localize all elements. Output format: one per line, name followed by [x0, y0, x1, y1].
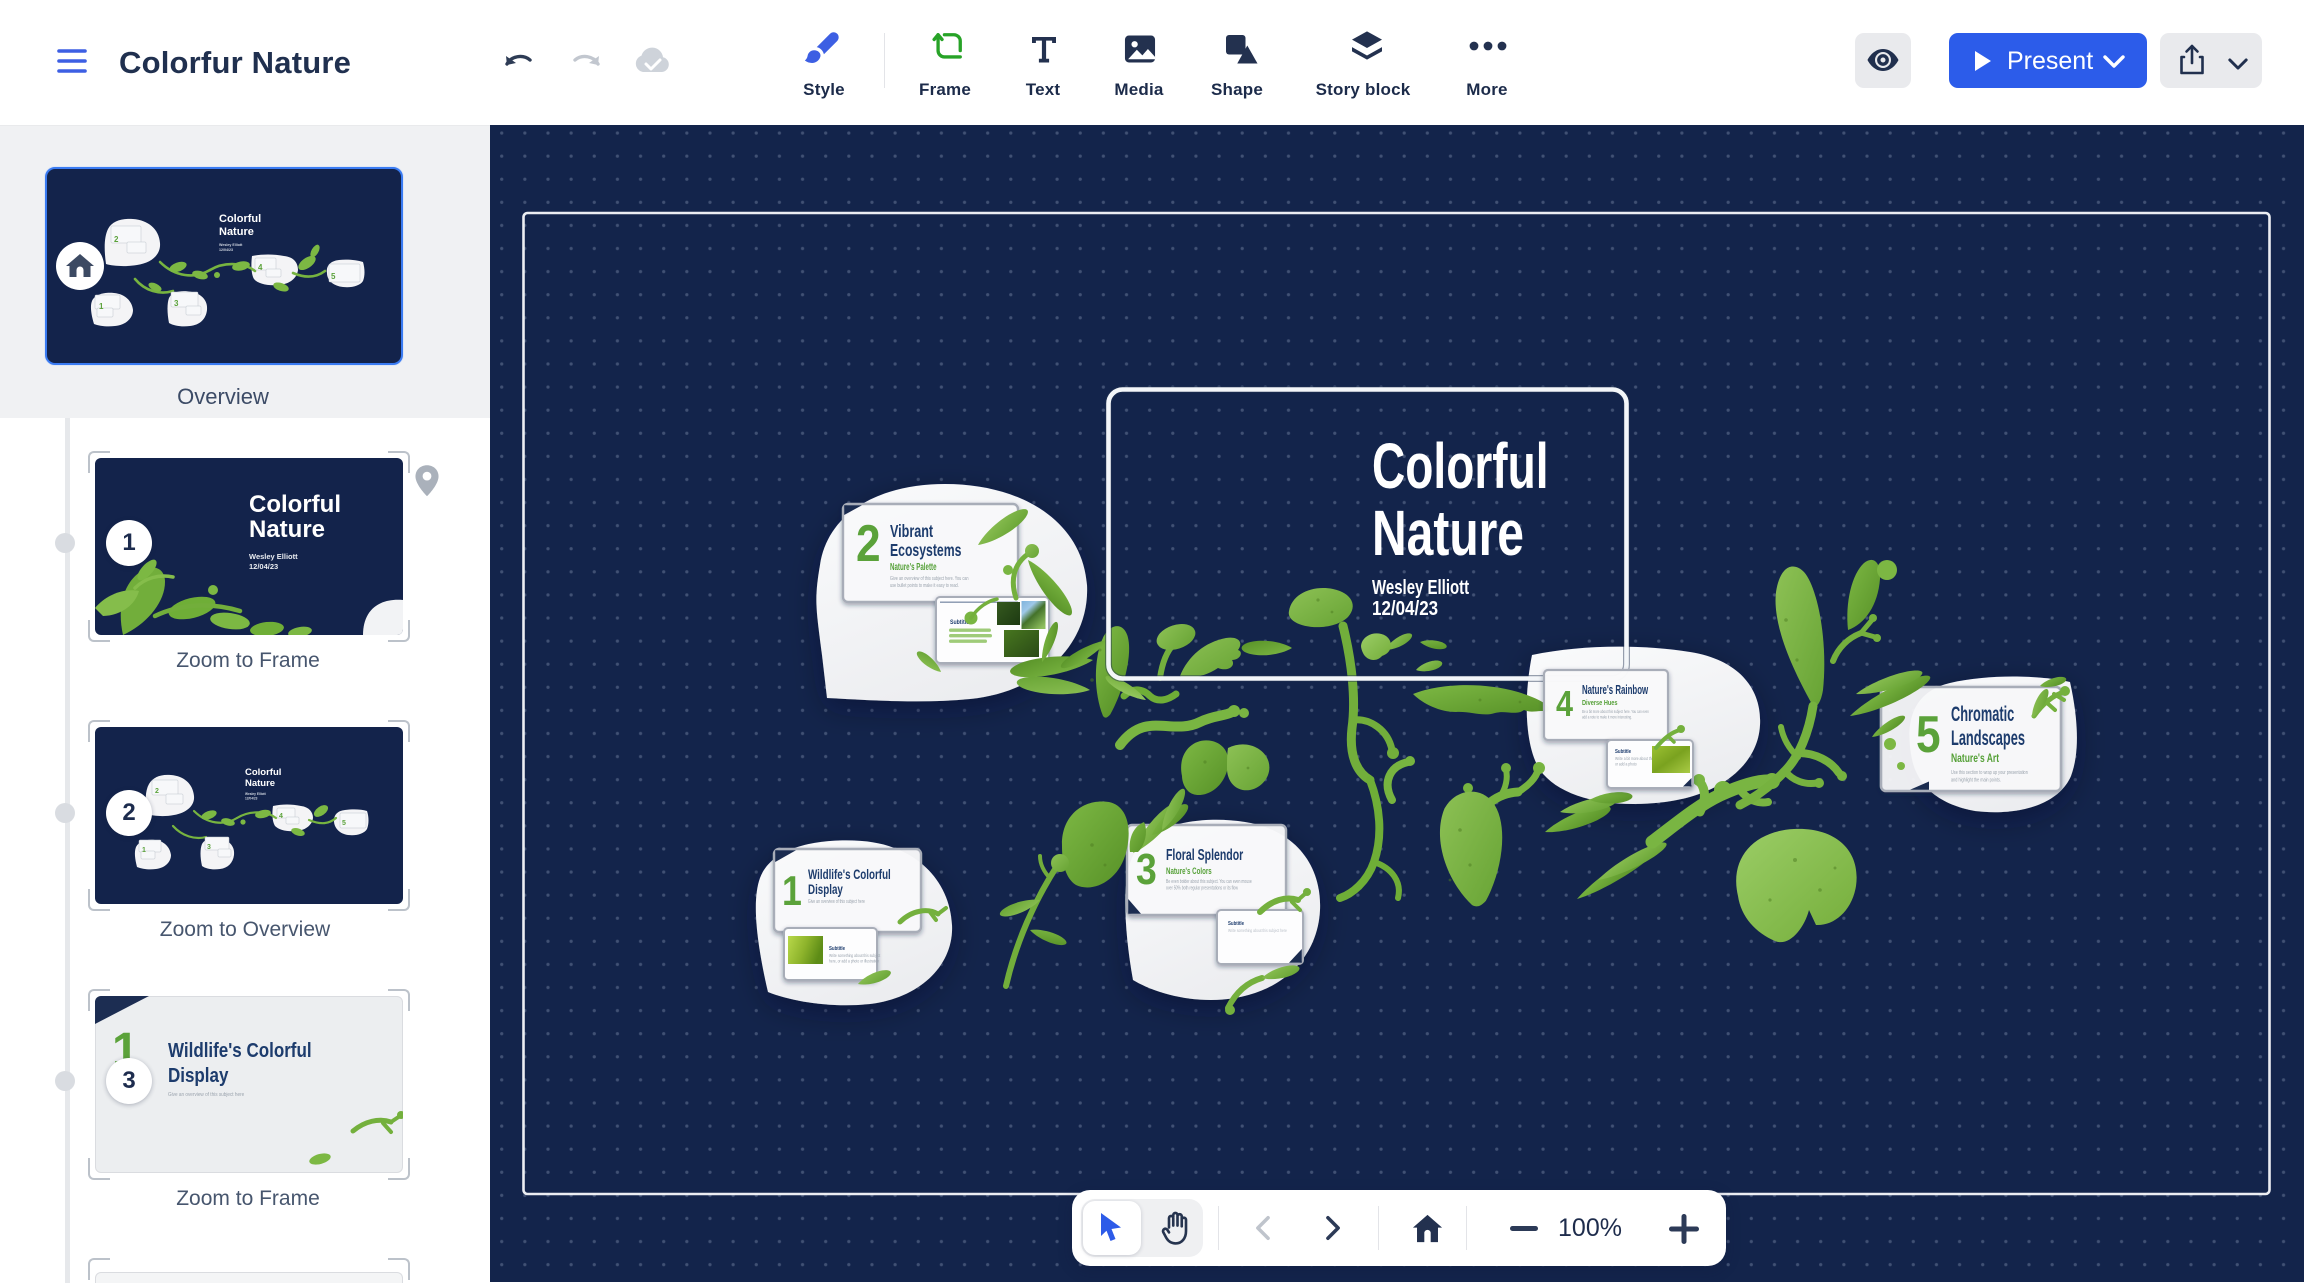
- svg-text:Vibrant: Vibrant: [890, 522, 933, 542]
- svg-text:Display: Display: [808, 881, 843, 897]
- svg-text:Wesley Elliott: Wesley Elliott: [245, 792, 267, 796]
- svg-text:Wesley Elliott: Wesley Elliott: [249, 552, 298, 561]
- svg-text:2: 2: [856, 515, 881, 573]
- svg-text:here, or add a photo or illust: here, or add a photo or illustration: [829, 959, 879, 963]
- svg-text:1: 1: [782, 868, 802, 914]
- svg-text:Write something about this sub: Write something about this subject here: [1228, 929, 1287, 933]
- svg-text:Nature's Rainbow: Nature's Rainbow: [1582, 684, 1649, 697]
- svg-text:12/04/23: 12/04/23: [1372, 597, 1438, 620]
- svg-text:12/04/23: 12/04/23: [245, 797, 258, 801]
- svg-text:or add a photo: or add a photo: [1615, 762, 1637, 766]
- svg-text:Nature: Nature: [249, 516, 325, 543]
- svg-text:use bullet points to make it e: use bullet points to make it easy to rea…: [890, 582, 959, 589]
- svg-text:and highlight the main points.: and highlight the main points.: [1951, 777, 2001, 784]
- svg-text:1: 1: [99, 302, 104, 311]
- svg-text:5: 5: [342, 820, 346, 827]
- svg-text:Subtitle: Subtitle: [829, 946, 845, 953]
- svg-text:Give an overview of this subje: Give an overview of this subject here: [168, 1092, 244, 1098]
- svg-text:Nature: Nature: [1372, 497, 1524, 568]
- svg-text:Be even bolder about this subj: Be even bolder about this subject. You c…: [1166, 878, 1252, 884]
- svg-text:Nature's Art: Nature's Art: [1951, 753, 2000, 766]
- svg-text:Diverse Hues: Diverse Hues: [1582, 699, 1618, 707]
- svg-text:Landscapes: Landscapes: [1951, 726, 2025, 750]
- svg-text:Nature's Palette: Nature's Palette: [890, 560, 937, 572]
- svg-text:3: 3: [1136, 844, 1157, 894]
- svg-text:4: 4: [258, 263, 263, 272]
- svg-text:Give an overview of this subje: Give an overview of this subject here: [808, 898, 865, 904]
- svg-text:Wesley Elliott: Wesley Elliott: [219, 243, 243, 247]
- svg-text:4: 4: [1556, 685, 1573, 725]
- svg-text:Colorful: Colorful: [249, 491, 341, 518]
- svg-text:Display: Display: [168, 1064, 229, 1087]
- svg-text:Nature: Nature: [219, 226, 254, 238]
- svg-text:Nature's Colors: Nature's Colors: [1166, 866, 1212, 877]
- svg-text:Colorful: Colorful: [1372, 431, 1549, 502]
- svg-text:Nature: Nature: [245, 778, 275, 789]
- svg-text:Colorful: Colorful: [245, 767, 281, 778]
- svg-text:3: 3: [207, 844, 211, 851]
- svg-text:Wildlife's Colorful: Wildlife's Colorful: [808, 866, 891, 882]
- svg-text:5: 5: [1916, 706, 1941, 764]
- svg-text:Chromatic: Chromatic: [1951, 702, 2015, 726]
- svg-text:2: 2: [155, 788, 159, 795]
- svg-text:Wesley Elliott: Wesley Elliott: [1372, 576, 1469, 599]
- svg-text:12/04/23: 12/04/23: [219, 248, 233, 252]
- svg-text:Ecosystems: Ecosystems: [890, 541, 961, 561]
- svg-text:5: 5: [331, 272, 336, 281]
- svg-text:Use this section to wrap up yo: Use this section to wrap up your present…: [1951, 769, 2028, 776]
- svg-text:12/04/23: 12/04/23: [249, 562, 278, 571]
- svg-text:add a note to make it more int: add a note to make it more interesting.: [1582, 715, 1632, 720]
- svg-text:Subtitle: Subtitle: [1228, 921, 1244, 928]
- svg-text:2: 2: [114, 235, 119, 244]
- svg-text:Subtitle: Subtitle: [1615, 749, 1631, 756]
- svg-text:Write something about this sub: Write something about this subject: [829, 954, 881, 958]
- svg-text:4: 4: [279, 813, 283, 820]
- svg-text:over 50% both regular presenta: over 50% both regular presentations or i…: [1166, 885, 1239, 891]
- svg-text:1: 1: [142, 847, 146, 854]
- svg-text:Give an overview of this subje: Give an overview of this subject here. Y…: [890, 575, 969, 582]
- svg-text:Floral Splendor: Floral Splendor: [1166, 846, 1243, 864]
- svg-text:Be a bit more about this subje: Be a bit more about this subject here. Y…: [1582, 710, 1649, 715]
- svg-text:Wildlife's Colorful: Wildlife's Colorful: [168, 1039, 312, 1062]
- svg-text:Colorful: Colorful: [219, 213, 261, 225]
- svg-text:3: 3: [174, 299, 179, 308]
